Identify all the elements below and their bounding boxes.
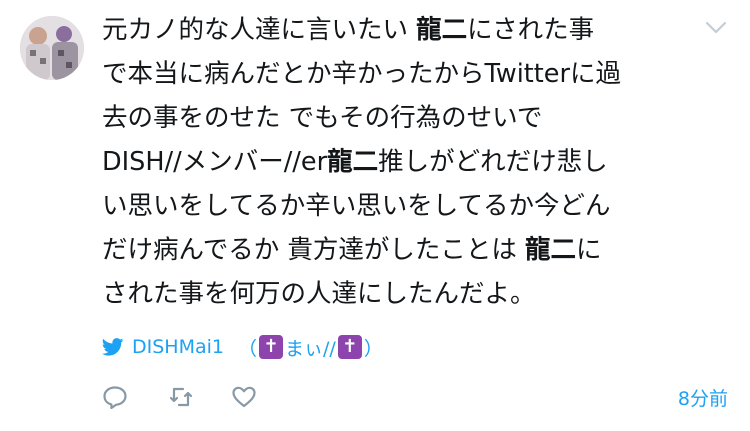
tweet-text-segment: に bbox=[575, 235, 602, 265]
retweet-button[interactable] bbox=[168, 384, 194, 410]
tweet-text-segment: 推しがどれだけ悲し bbox=[378, 147, 608, 177]
avatar[interactable] bbox=[20, 16, 84, 80]
tweet-text-segment: された事を何万の人達にしたんだよ。 bbox=[102, 279, 536, 309]
tweet-text-segment: だけ病んでるか 貴方達がしたことは bbox=[102, 235, 525, 265]
source-open-paren: （ bbox=[238, 337, 258, 360]
tweet-text-segment: DISH//メンバー//er bbox=[102, 147, 328, 177]
tweet-text-line: 去の事をのせた でもその行為のせいで bbox=[102, 96, 702, 140]
tweet-text: 元カノ的な人達に言いたい 龍二にされた事 で本当に病んだとか辛かったからTwitt… bbox=[102, 8, 702, 316]
like-button[interactable] bbox=[231, 384, 257, 410]
tweet-text-segment: い思いをしてるか辛い思いをしてるか今どん bbox=[102, 191, 611, 221]
source-display-name: まぃ// bbox=[285, 337, 336, 360]
cross-emoji-icon: ✝ bbox=[259, 335, 284, 359]
retweet-icon bbox=[169, 387, 193, 407]
tweet-text-line: だけ病んでるか 貴方達がしたことは 龍二に bbox=[102, 228, 702, 272]
heart-icon bbox=[232, 386, 256, 408]
tweet-text-segment: で本当に病んだとか辛かったからTwitterに過 bbox=[102, 59, 621, 89]
source-close-paren: ） bbox=[363, 337, 383, 360]
tweet-text-bold-segment: 龍二 bbox=[524, 235, 576, 265]
tweet-text-line: DISH//メンバー//er龍二推しがどれだけ悲し bbox=[102, 140, 702, 184]
reply-button[interactable] bbox=[102, 384, 128, 410]
tweet-text-segment: 去の事をのせた でもその行為のせいで bbox=[102, 103, 543, 133]
tweet-text-segment: にされた事 bbox=[467, 15, 595, 45]
twitter-bird-icon bbox=[102, 338, 124, 356]
avatar-image bbox=[20, 16, 84, 80]
tweet-text-bold-segment: 龍二 bbox=[416, 15, 468, 45]
tweet-text-segment: 元カノ的な人達に言いたい bbox=[102, 15, 417, 45]
tweet-text-line: された事を何万の人達にしたんだよ。 bbox=[102, 272, 702, 316]
tweet-text-bold-segment: 龍二 bbox=[327, 147, 379, 177]
tweet-text-line: い思いをしてるか辛い思いをしてるか今どん bbox=[102, 184, 702, 228]
tweet-text-line: で本当に病んだとか辛かったからTwitterに過 bbox=[102, 52, 702, 96]
tweet-source[interactable]: DISHMai1 （ ✝ まぃ// ✝ ） bbox=[102, 333, 383, 361]
cross-emoji-icon: ✝ bbox=[337, 335, 362, 359]
tweet-text-line: 元カノ的な人達に言いたい 龍二にされた事 bbox=[102, 8, 702, 52]
tweet-actions bbox=[102, 382, 257, 412]
reply-icon bbox=[103, 386, 127, 409]
tweet-timestamp[interactable]: 8分前 bbox=[678, 382, 728, 412]
tweet-menu-caret[interactable] bbox=[700, 16, 732, 40]
source-username: DISHMai1 bbox=[132, 336, 224, 358]
chevron-down-icon bbox=[705, 21, 727, 34]
